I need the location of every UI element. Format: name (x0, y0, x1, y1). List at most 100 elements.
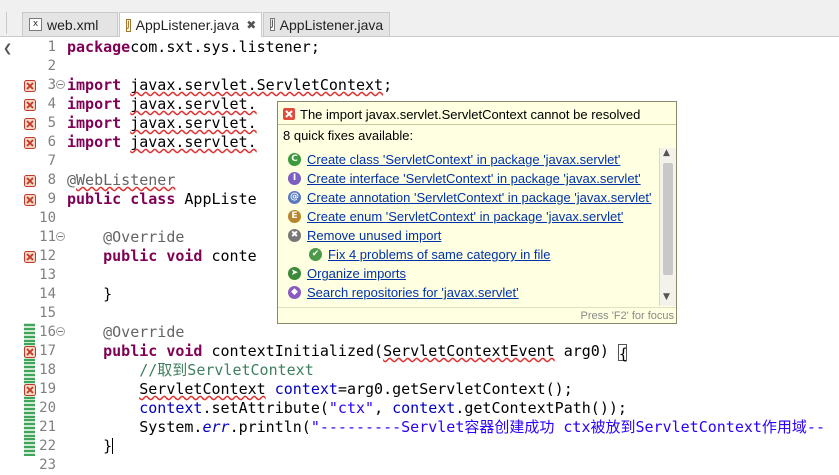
code-token: javax.servlet. (130, 133, 257, 151)
quick-fix-count: 8 quick fixes available: (283, 128, 414, 143)
scroll-up-icon[interactable]: ▲ (663, 148, 670, 158)
fold-toggle-icon[interactable] (56, 327, 65, 336)
quick-fix-link[interactable]: Create annotation 'ServletContext' in pa… (307, 190, 652, 205)
quick-fix-item[interactable]: @ Create annotation 'ServletContext' in p… (288, 188, 652, 207)
code-token: void (166, 342, 203, 360)
close-icon[interactable]: ✖ (246, 18, 256, 32)
code-line[interactable]: 21 System.err.println("---------Servlet容… (0, 418, 839, 437)
code-line[interactable]: 16 @Override (0, 323, 839, 342)
code-token: public (67, 190, 122, 208)
quick-fix-title: The import javax.servlet.ServletContext … (300, 106, 641, 122)
code-token: import (67, 114, 122, 132)
code-token: context (392, 399, 456, 417)
line-number: 2 (47, 58, 56, 74)
code-text: public class AppListe (67, 190, 257, 209)
code-text: public void conte (67, 247, 257, 266)
code-line[interactable]: 1 packagecom.sxt.sys.listener; (0, 38, 839, 57)
code-token: } (67, 285, 113, 303)
code-token: context (139, 399, 203, 417)
quick-fix-popup: The import javax.servlet.ServletContext … (277, 101, 677, 324)
line-number: 8 (47, 172, 56, 188)
code-token: AppListe (175, 190, 257, 208)
tab-label: AppListener.java (279, 16, 384, 33)
code-text: @WebListener (67, 171, 175, 190)
code-token: import (67, 133, 122, 151)
line-number: 5 (47, 115, 56, 131)
interface-icon: I (288, 172, 301, 185)
tab-applistener[interactable]: J AppListener.java (263, 12, 390, 36)
quick-fix-item[interactable]: ◆ Search repositories for 'javax.servlet' (288, 283, 519, 302)
quick-fix-link[interactable]: Create class 'ServletContext' in package… (307, 152, 620, 167)
code-line[interactable]: 20 context.setAttribute("ctx", context.g… (0, 399, 839, 418)
code-token: .setAttribute( (202, 399, 329, 417)
code-token: //取到ServletContext (139, 361, 314, 379)
fix-problems-icon: ✔ (309, 248, 322, 261)
code-token: .println( (229, 418, 311, 436)
line-number: 9 (47, 191, 56, 207)
quick-fix-link[interactable]: Create interface 'ServletContext' in pac… (307, 171, 641, 186)
quick-fix-item[interactable]: ➤ Organize imports (288, 264, 406, 283)
code-token: =arg0.getServletContext(); (337, 380, 573, 398)
text-cursor (112, 438, 114, 454)
code-token: com.sxt.sys.listener; (130, 38, 320, 56)
fold-toggle-icon[interactable] (56, 80, 65, 89)
quick-fix-header: The import javax.servlet.ServletContext … (282, 105, 640, 123)
quick-fix-link[interactable]: Create enum 'ServletContext' in package … (307, 209, 623, 224)
quick-fix-link[interactable]: Search repositories for 'javax.servlet' (307, 285, 519, 300)
quick-fix-item[interactable]: ✔ Fix 4 problems of same category in file (309, 245, 551, 264)
line-number: 16 (39, 324, 56, 340)
code-token: err (202, 418, 230, 436)
line-number: 10 (39, 210, 56, 226)
code-token: @ (67, 171, 77, 189)
code-line[interactable]: 23 (0, 456, 839, 475)
scroll-thumb[interactable] (663, 163, 673, 275)
code-token: conte (202, 247, 257, 265)
code-line[interactable]: 2 (0, 57, 839, 76)
tab-web-xml[interactable]: x web.xml (22, 12, 118, 36)
quick-fix-link[interactable]: Fix 4 problems of same category in file (328, 247, 551, 262)
error-icon (283, 108, 295, 120)
line-number: 14 (39, 286, 56, 302)
quick-fix-item[interactable]: ✖ Remove unused import (288, 226, 441, 245)
popup-footer: Press 'F2' for focus (278, 307, 676, 324)
tab-bar-left-edge (0, 12, 7, 34)
code-line[interactable]: 3 import javax.servlet.ServletContext; (0, 76, 839, 95)
popup-scrollbar[interactable]: ▲ ▼ (659, 148, 676, 306)
quick-fix-item[interactable]: C Create class 'ServletContext' in packag… (288, 150, 620, 169)
code-line[interactable]: 17 public void contextInitialized(Servle… (0, 342, 839, 363)
tab-applistener-active[interactable]: J AppListener.java ✖ (119, 12, 262, 37)
code-line[interactable]: 22 } (0, 437, 839, 456)
code-token: System. (67, 418, 203, 436)
code-line[interactable]: 19 ServletContext context=arg0.getServle… (0, 380, 839, 399)
code-line[interactable]: 18 //取到ServletContext (0, 361, 839, 380)
remove-import-icon: ✖ (288, 229, 301, 242)
line-number: 21 (39, 419, 56, 435)
line-number: 15 (39, 305, 56, 321)
quick-fix-item[interactable]: I Create interface 'ServletContext' in pa… (288, 169, 641, 188)
code-token: ServletContextEvent (383, 342, 555, 360)
code-token: public (103, 247, 158, 265)
line-number: 13 (39, 267, 56, 283)
xml-file-icon: x (29, 18, 42, 31)
quick-fix-link[interactable]: Remove unused import (307, 228, 441, 243)
code-token: ; (383, 76, 393, 94)
code-text: import javax.servlet. (67, 114, 257, 133)
code-text: ServletContext context=arg0.getServletCo… (67, 380, 573, 399)
code-token: arg0) (554, 342, 618, 360)
scroll-down-icon[interactable]: ▼ (663, 292, 670, 302)
quick-fix-link[interactable]: Organize imports (307, 266, 406, 281)
code-token: javax.servlet. (130, 95, 257, 113)
divider (278, 124, 676, 125)
quick-fix-item[interactable]: E Create enum 'ServletContext' in package… (288, 207, 623, 226)
organize-imports-icon: ➤ (288, 267, 301, 280)
fold-toggle-icon[interactable] (56, 232, 65, 241)
code-token: "ctx" (328, 399, 375, 417)
